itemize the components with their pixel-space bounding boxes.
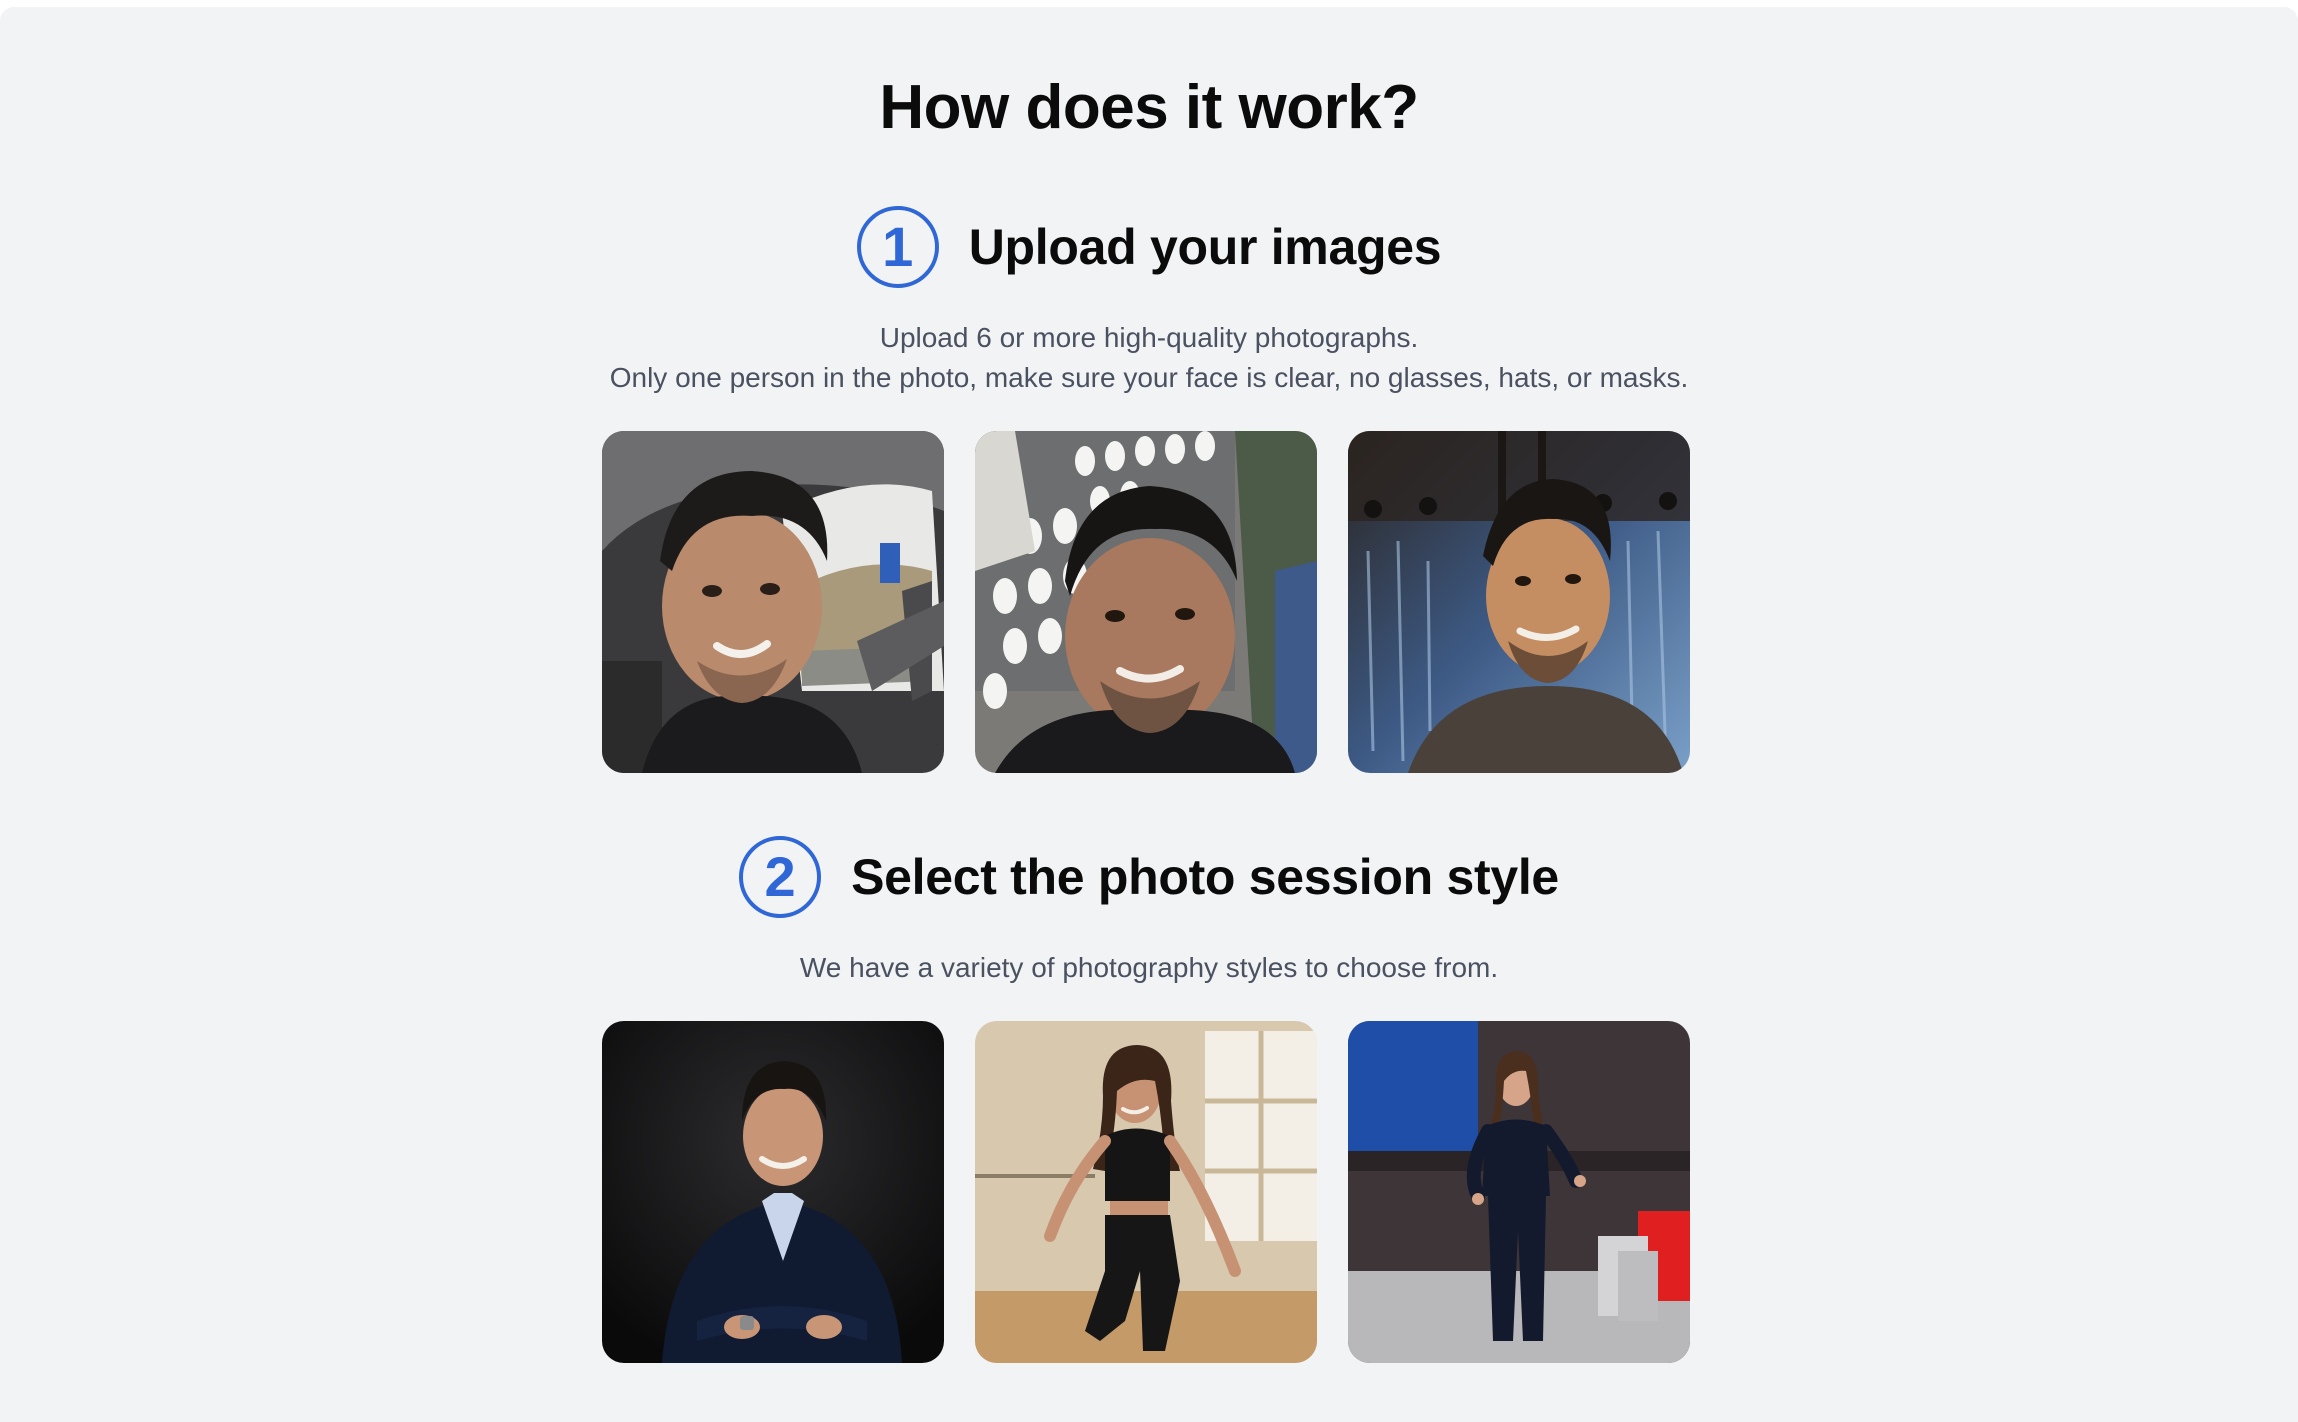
step-1-description-line-1: Upload 6 or more high-quality photograph…	[879, 322, 1419, 353]
step-2-description-line-1: We have a variety of photography styles …	[799, 952, 1499, 983]
upload-example-photo	[975, 431, 1317, 773]
selfie-in-car-image	[602, 431, 944, 773]
upload-examples-gallery	[602, 431, 1690, 773]
step-1-title: Upload your images	[968, 219, 1442, 275]
step-1-description-line-2: Only one person in the photo, make sure …	[609, 362, 1689, 393]
step-1-header: 1 Upload your images	[0, 206, 2298, 288]
style-example-photo[interactable]	[602, 1021, 944, 1363]
stage-speaker-image	[1348, 1021, 1690, 1363]
step-2-title: Select the photo session style	[851, 849, 1559, 905]
portrait-dark-wall-image	[1348, 431, 1690, 773]
style-example-photo[interactable]	[1348, 1021, 1690, 1363]
step-2-number-badge: 2	[739, 836, 822, 918]
page-title: How does it work?	[879, 73, 1419, 142]
step-1-description: Upload 6 or more high-quality photograph…	[0, 318, 2298, 398]
style-example-photo[interactable]	[975, 1021, 1317, 1363]
step-2-description: We have a variety of photography styles …	[0, 948, 2298, 988]
step-1-number-badge: 1	[856, 206, 939, 288]
fitness-studio-image	[975, 1021, 1317, 1363]
selfie-outdoors-image	[975, 431, 1317, 773]
session-styles-gallery	[602, 1021, 1690, 1363]
business-portrait-image	[602, 1021, 944, 1363]
step-2-header: 2 Select the photo session style	[0, 836, 2298, 918]
upload-example-photo	[602, 431, 944, 773]
upload-example-photo	[1348, 431, 1690, 773]
